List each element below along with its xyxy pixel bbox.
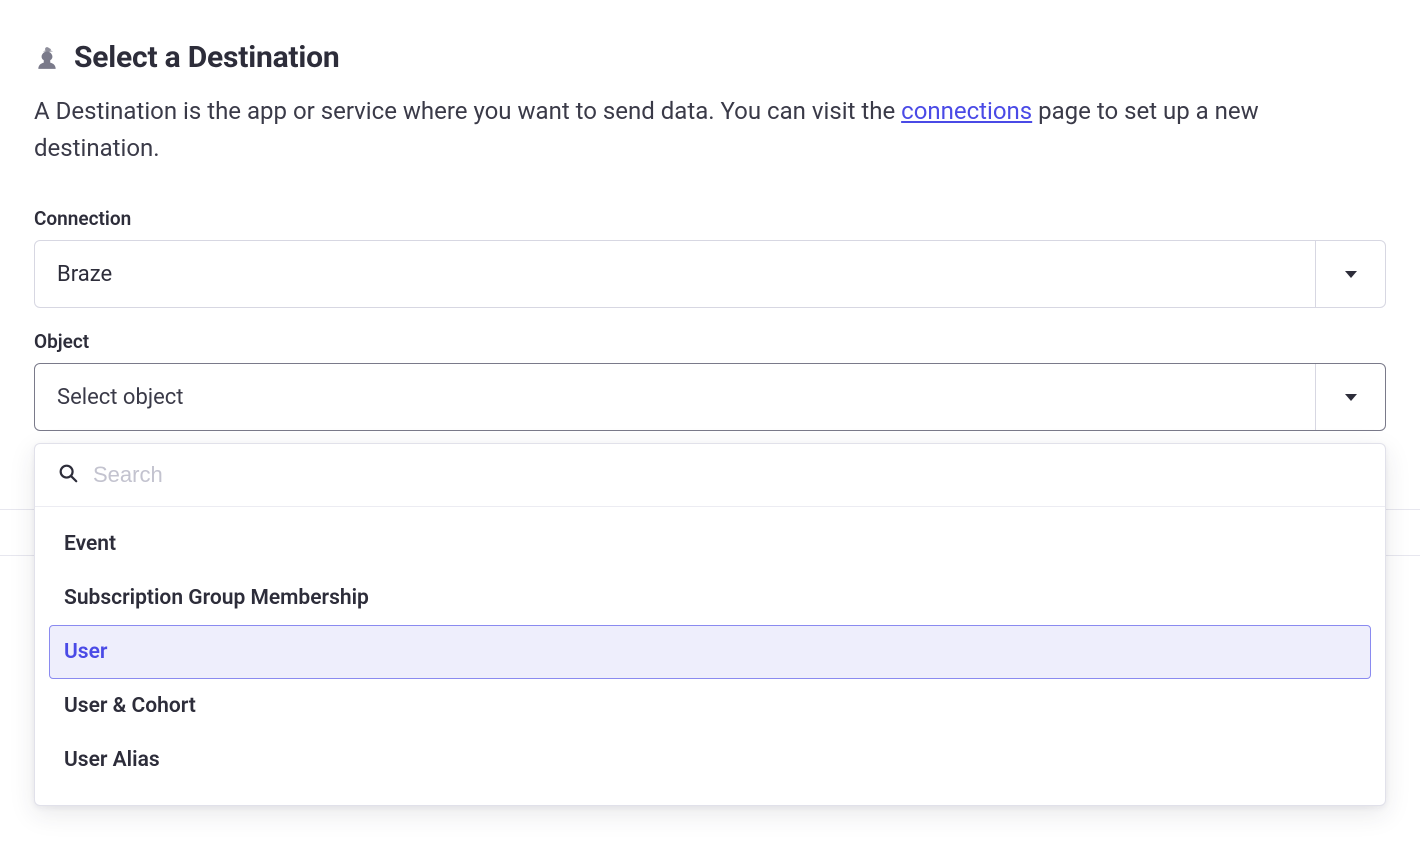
dropdown-option[interactable]: User (49, 625, 1371, 679)
connection-select-value: Braze (35, 241, 1315, 307)
dropdown-option[interactable]: Subscription Group Membership (49, 571, 1371, 625)
destination-icon (34, 45, 60, 71)
select-destination-panel: Select a Destination A Destination is th… (0, 0, 1420, 806)
chevron-down-icon (1345, 394, 1357, 401)
dropdown-options: EventSubscription Group MembershipUserUs… (35, 507, 1385, 805)
description-text-prefix: A Destination is the app or service wher… (34, 97, 901, 125)
dropdown-search-row (35, 444, 1385, 507)
object-label: Object (34, 330, 1386, 353)
dropdown-option[interactable]: User & Cohort (49, 679, 1371, 733)
search-icon (57, 462, 79, 488)
connection-field: Connection Braze (34, 207, 1386, 308)
connection-select-caret[interactable] (1315, 241, 1385, 307)
section-description: A Destination is the app or service wher… (34, 93, 1364, 167)
connection-label: Connection (34, 207, 1386, 230)
object-select[interactable]: Select object (34, 363, 1386, 431)
page-title: Select a Destination (74, 40, 339, 75)
connection-select[interactable]: Braze (34, 240, 1386, 308)
dropdown-option[interactable]: User Alias (49, 733, 1371, 787)
object-field: Object Select object EventSubscription (34, 330, 1386, 806)
object-dropdown: EventSubscription Group MembershipUserUs… (34, 443, 1386, 806)
section-header: Select a Destination (34, 40, 1386, 75)
chevron-down-icon (1345, 271, 1357, 278)
dropdown-option[interactable]: Event (49, 517, 1371, 571)
object-select-caret[interactable] (1315, 364, 1385, 430)
dropdown-search-input[interactable] (93, 462, 1363, 488)
connections-link[interactable]: connections (901, 97, 1032, 125)
object-select-placeholder: Select object (35, 364, 1315, 430)
